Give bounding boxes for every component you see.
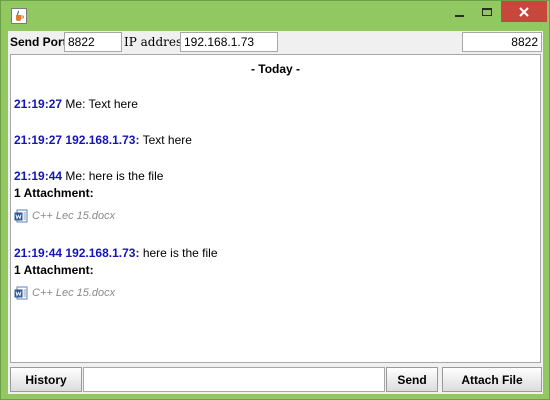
attachment-file[interactable]: C++ Lec 15.docx xyxy=(14,208,115,224)
history-button[interactable]: History xyxy=(10,367,82,392)
message-sender: 192.168.1.73 xyxy=(65,133,136,147)
chat-message: 21:19:27 Me: Text here xyxy=(14,97,138,111)
message-sender: Me xyxy=(65,169,83,183)
listen-port-input[interactable]: 8822 xyxy=(462,32,542,52)
ip-address-input[interactable]: 192.168.1.73 xyxy=(180,32,278,52)
message-time: 21:19:27 xyxy=(14,133,63,147)
send-port-input[interactable]: 8822 xyxy=(64,32,122,52)
chat-history-pane[interactable]: - Today - 21:19:27 Me: Text here 21:19:2… xyxy=(10,54,541,363)
chat-message: 21:19:27 192.168.1.73: Text here xyxy=(14,133,192,147)
chat-window: Send Port 8822 IP address 192.168.1.73 8… xyxy=(0,0,550,400)
attachment-file[interactable]: C++ Lec 15.docx xyxy=(14,285,115,301)
message-text: Text here xyxy=(142,133,192,147)
minimize-icon xyxy=(454,14,464,17)
attach-file-button[interactable]: Attach File xyxy=(442,367,542,392)
chat-message: 21:19:44 Me: here is the file xyxy=(14,169,163,183)
attachment-file-name: C++ Lec 15.docx xyxy=(32,209,116,222)
word-document-icon xyxy=(14,286,28,300)
sender-separator: : xyxy=(82,169,89,183)
compose-bar: History Send Attach File xyxy=(8,365,543,393)
word-document-icon xyxy=(14,209,28,223)
send-port-label: Send Port xyxy=(10,35,67,49)
chat-message: 21:19:44 192.168.1.73: here is the file xyxy=(14,246,218,260)
attachment-title: 1 Attachment: xyxy=(14,186,94,200)
send-button-label: Send xyxy=(397,372,427,387)
message-text: here is the file xyxy=(142,246,218,260)
message-time: 21:19:44 xyxy=(14,246,63,260)
attachment-file-name: C++ Lec 15.docx xyxy=(32,286,116,299)
attachment-title: 1 Attachment: xyxy=(14,263,94,277)
ip-address-label: IP address xyxy=(124,35,189,49)
day-header: - Today - xyxy=(250,62,301,76)
maximize-button[interactable] xyxy=(473,1,501,22)
message-sender: Me xyxy=(65,97,83,111)
message-input[interactable] xyxy=(83,367,385,392)
connection-bar: Send Port 8822 IP address 192.168.1.73 8… xyxy=(8,31,543,53)
message-text: Text here xyxy=(88,97,138,111)
close-button[interactable] xyxy=(501,1,547,22)
message-time: 21:19:27 xyxy=(14,97,63,111)
java-cup-icon[interactable] xyxy=(11,8,27,24)
message-sender: 192.168.1.73 xyxy=(65,246,136,260)
message-text: here is the file xyxy=(88,169,164,183)
message-time: 21:19:44 xyxy=(14,169,63,183)
close-icon xyxy=(519,6,529,17)
client-area: Send Port 8822 IP address 192.168.1.73 8… xyxy=(8,31,543,394)
minimize-button[interactable] xyxy=(445,1,473,22)
send-button[interactable]: Send xyxy=(386,367,438,392)
maximize-icon xyxy=(482,7,492,16)
sender-separator: : xyxy=(135,133,140,147)
sender-separator: : xyxy=(135,246,140,260)
title-bar[interactable] xyxy=(1,1,549,31)
